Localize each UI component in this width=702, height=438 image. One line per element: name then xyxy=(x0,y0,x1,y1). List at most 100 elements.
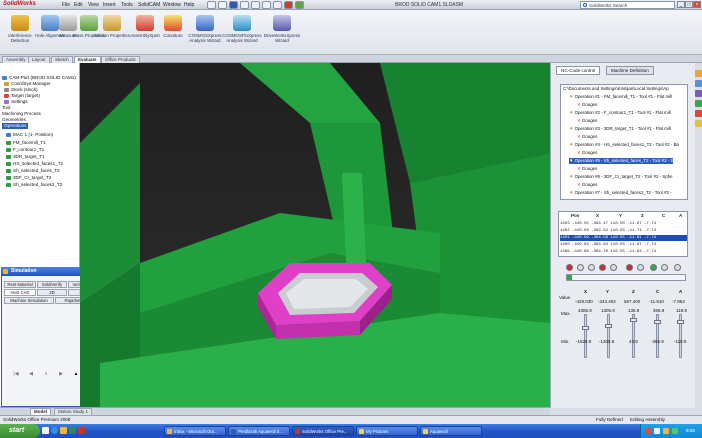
table-row-selected[interactable]: 1401 -440.59 -364.58 110.55 -11.81 -7.74 xyxy=(560,235,687,241)
view-palette-icon[interactable] xyxy=(695,110,702,117)
tab-evaluate[interactable]: Evaluate xyxy=(74,56,101,63)
rewind-button[interactable]: |◀ xyxy=(12,371,20,378)
tab-layout[interactable]: Layout xyxy=(28,56,50,63)
options-icon[interactable] xyxy=(284,1,293,9)
exit-button[interactable]: ▲ xyxy=(72,371,80,378)
tab-office-products[interactable]: Office Products xyxy=(101,56,140,63)
nc-operation-2[interactable]: ▼ Operation #2 - F_contour1_T1 - Tool #1… xyxy=(569,110,671,116)
nc-gouges-1[interactable]: ✕ Gouges xyxy=(577,102,597,108)
slider-y[interactable] xyxy=(607,314,610,358)
tree-op-6[interactable]: 3DF_Cr_target_T2 xyxy=(6,175,51,181)
tab-motion-study[interactable]: Motion Study 1 xyxy=(54,408,93,415)
slider-a-knob[interactable] xyxy=(677,320,684,324)
cosmosxpress-button[interactable]: COSMOSXpress Analysis Wizard xyxy=(185,13,225,51)
tab-sketch[interactable]: Sketch xyxy=(51,56,73,63)
nc-gouges-4[interactable]: ✕ Gouges xyxy=(577,150,597,156)
step-forward-button[interactable] xyxy=(610,264,617,271)
search-input[interactable]: SolidWorks Search xyxy=(580,1,675,9)
tree-op-1[interactable]: FM_facemill_T1 xyxy=(6,140,46,146)
slider-x-knob[interactable] xyxy=(582,326,589,330)
nc-operation-3[interactable]: ▼ Operation #3 - 3DR_target_T1 - Tool #1… xyxy=(569,126,671,132)
taskbar-outlook[interactable]: Inbox - Microsoft Out... xyxy=(164,426,226,436)
maximize-button[interactable]: □ xyxy=(685,1,693,8)
simtab-machine-simulation[interactable]: Machine Simulation xyxy=(4,297,54,304)
graphics-viewport[interactable] xyxy=(80,63,550,408)
menu-view[interactable]: View xyxy=(88,2,99,8)
tree-op-4[interactable]: HS_selected_faces1_T2 xyxy=(6,161,63,167)
step-backward-button[interactable] xyxy=(577,264,584,271)
tray-volume-icon[interactable] xyxy=(663,428,669,434)
tree-mac1[interactable]: MAC 1 (1- Position) xyxy=(6,132,53,138)
tree-operations[interactable]: Operations xyxy=(2,123,29,129)
slider-c-knob[interactable] xyxy=(654,320,661,324)
new-icon[interactable] xyxy=(207,1,216,9)
tab-assembly[interactable]: Assembly xyxy=(2,56,30,63)
tray-antivirus-icon[interactable] xyxy=(645,428,651,434)
simtab-rest-material[interactable]: Rest Material xyxy=(4,281,36,288)
nc-gouges-5[interactable]: ✕ Gouges xyxy=(577,166,597,172)
record-button[interactable] xyxy=(566,264,573,271)
taskbar-my-pictures[interactable]: My Pictures xyxy=(356,426,418,436)
tree-op-5[interactable]: Sh_selected_faces_T2 xyxy=(6,168,60,174)
close-button[interactable]: × xyxy=(693,1,701,8)
table-row[interactable]: 1399 -440.68 -364.70 110.55 -11.92 -7.74 xyxy=(560,249,687,255)
nc-operation-7[interactable]: ▼ Operation #7 - Sh_selected_faces2_T2 -… xyxy=(569,190,672,196)
stop-button[interactable] xyxy=(588,264,595,271)
select-icon[interactable] xyxy=(262,1,271,9)
menu-insert[interactable]: Insert xyxy=(103,2,116,8)
nc-operation-5[interactable]: ▼ Operation #5 - Sh_selected_faces_T2 - … xyxy=(569,158,674,164)
menu-tools[interactable]: Tools xyxy=(121,2,133,8)
tray-network-icon[interactable] xyxy=(654,428,660,434)
taskbar-aquaestil[interactable]: Aquaestil xyxy=(420,426,482,436)
quicklaunch-outlook-icon[interactable] xyxy=(60,427,67,434)
menu-file[interactable]: File xyxy=(62,2,70,8)
search-results-icon[interactable] xyxy=(695,100,702,107)
quicklaunch-solidworks-icon[interactable] xyxy=(78,427,85,434)
quicklaunch-app-icon[interactable] xyxy=(69,427,76,434)
minimize-button[interactable]: _ xyxy=(677,1,685,8)
nc-operation-1[interactable]: ▼ Operation #1 - FM_facemill_T1 - Tool #… xyxy=(569,94,672,100)
save-icon[interactable] xyxy=(229,1,238,9)
tree-op-7[interactable]: Sh_selected_faces2_T2 xyxy=(6,182,62,188)
table-row[interactable]: 1402 -440.56 -364.52 110.55 -11.74 -7.74 xyxy=(560,228,687,234)
simtab-solidverify[interactable]: SolidVerify xyxy=(37,281,67,288)
print-icon[interactable] xyxy=(240,1,249,9)
nc-gouges-6[interactable]: ✕ Gouges xyxy=(577,182,597,188)
cosmosfloxpress-button[interactable]: COSMOSFloXpress Analysis Wizard xyxy=(222,13,262,51)
appearances-icon[interactable] xyxy=(695,120,702,127)
start-button[interactable]: start xyxy=(0,424,40,438)
taskbar-solidworks[interactable]: SolidWorks Office Pre... xyxy=(292,426,354,436)
nc-gouges-3[interactable]: ✕ Gouges xyxy=(577,134,597,140)
pause-button[interactable]: ॥ xyxy=(42,371,50,378)
play-button[interactable]: ▶ xyxy=(57,371,65,378)
quicklaunch-ie-icon[interactable] xyxy=(51,427,58,434)
tree-op-3[interactable]: 3DR_target_T1 xyxy=(6,154,44,160)
slider-y-knob[interactable] xyxy=(605,324,612,328)
zoom-button[interactable] xyxy=(661,264,668,271)
slider-z-knob[interactable] xyxy=(630,318,637,322)
play-reverse-button[interactable] xyxy=(599,264,606,271)
menu-help[interactable]: Help xyxy=(184,2,194,8)
simulation-progress-bar[interactable] xyxy=(566,274,686,281)
step-back-button[interactable]: ◀ xyxy=(27,371,35,378)
nc-operation-6[interactable]: ▼ Operation #6 - 3DF_Cr_target_T2 - Tool… xyxy=(569,174,673,180)
menu-solidcam[interactable]: SolidCAM xyxy=(138,2,160,8)
tab-model[interactable]: Model xyxy=(30,408,51,415)
tab-nc-code-control[interactable]: NC-Code control xyxy=(556,66,601,75)
undo-icon[interactable] xyxy=(251,1,260,9)
taskbar-word[interactable]: Predlozak Aquaestil d... xyxy=(228,426,290,436)
menu-window[interactable]: Window xyxy=(163,2,181,8)
rebuild-icon[interactable] xyxy=(273,1,282,9)
resources-icon[interactable] xyxy=(695,70,702,77)
tab-machine-definition[interactable]: Machine Definition xyxy=(606,66,654,75)
driveworksxpress-button[interactable]: DriveWorksXpress Wizard xyxy=(262,13,302,51)
quicklaunch-desktop-icon[interactable] xyxy=(42,427,49,434)
slider-x[interactable] xyxy=(584,314,587,358)
table-row[interactable]: 1403 -440.55 -364.47 110.55 -11.67 -7.74 xyxy=(560,221,687,227)
nc-operation-4[interactable]: ▼ Operation #4 - HS_selected_faces1_T2 -… xyxy=(569,142,679,148)
simtab-host-cad[interactable]: Host CAD xyxy=(4,289,36,296)
simtab-2d[interactable]: 2D xyxy=(37,289,67,296)
nc-gouges-2[interactable]: ✕ Gouges xyxy=(577,118,597,124)
file-explorer-icon[interactable] xyxy=(695,90,702,97)
solidcam-icon[interactable] xyxy=(295,1,304,9)
